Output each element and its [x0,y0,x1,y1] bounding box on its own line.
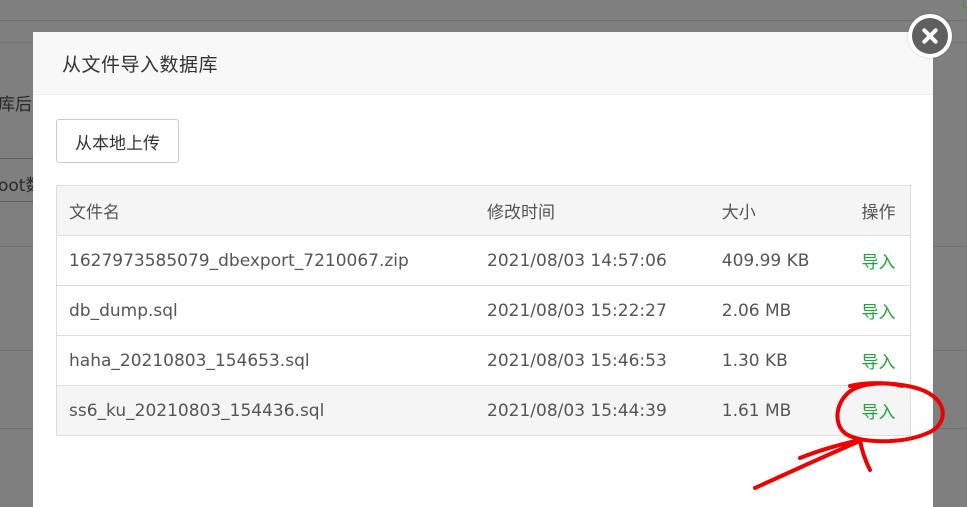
file-name: haha_20210803_154653.sql [56,335,476,386]
dialog-header: 从文件导入数据库 [33,32,933,95]
upload-local-button[interactable]: 从本地上传 [56,119,179,163]
table-row: haha_20210803_154653.sql 2021/08/03 15:4… [56,335,911,386]
file-size: 1.30 KB [709,335,850,386]
file-time: 2021/08/03 15:46:53 [475,335,710,386]
import-link[interactable]: 导入 [862,353,896,373]
file-table: 文件名 修改时间 大小 操作 1627973585079_dbexport_72… [56,185,911,436]
import-link[interactable]: 导入 [862,253,896,273]
background-divider [0,20,967,21]
background-corner [963,0,967,8]
file-name: db_dump.sql [56,285,476,336]
header-action: 操作 [849,185,911,236]
import-link[interactable]: 导入 [862,303,896,323]
file-name: ss6_ku_20210803_154436.sql [56,385,476,436]
table-header-row: 文件名 修改时间 大小 操作 [56,185,911,236]
file-time: 2021/08/03 14:57:06 [475,235,710,286]
table-row: ss6_ku_20210803_154436.sql 2021/08/03 15… [56,385,911,436]
import-link[interactable]: 导入 [862,403,896,423]
file-time: 2021/08/03 15:22:27 [475,285,710,336]
file-time: 2021/08/03 15:44:39 [475,385,710,436]
close-icon [912,18,948,54]
header-filename: 文件名 [56,185,476,236]
background-text: 库后 [0,95,32,115]
file-size: 409.99 KB [709,235,850,286]
close-button[interactable] [908,14,952,58]
table-row: 1627973585079_dbexport_7210067.zip 2021/… [56,235,911,286]
file-size: 1.61 MB [709,385,850,436]
file-name: 1627973585079_dbexport_7210067.zip [56,235,476,286]
table-row: db_dump.sql 2021/08/03 15:22:27 2.06 MB … [56,285,911,336]
header-modified-time: 修改时间 [475,185,710,236]
dialog-title: 从文件导入数据库 [62,53,219,76]
header-size: 大小 [709,185,850,236]
file-size: 2.06 MB [709,285,850,336]
import-database-dialog: 从文件导入数据库 从本地上传 文件名 修改时间 大小 操作 1627973585… [33,32,933,507]
